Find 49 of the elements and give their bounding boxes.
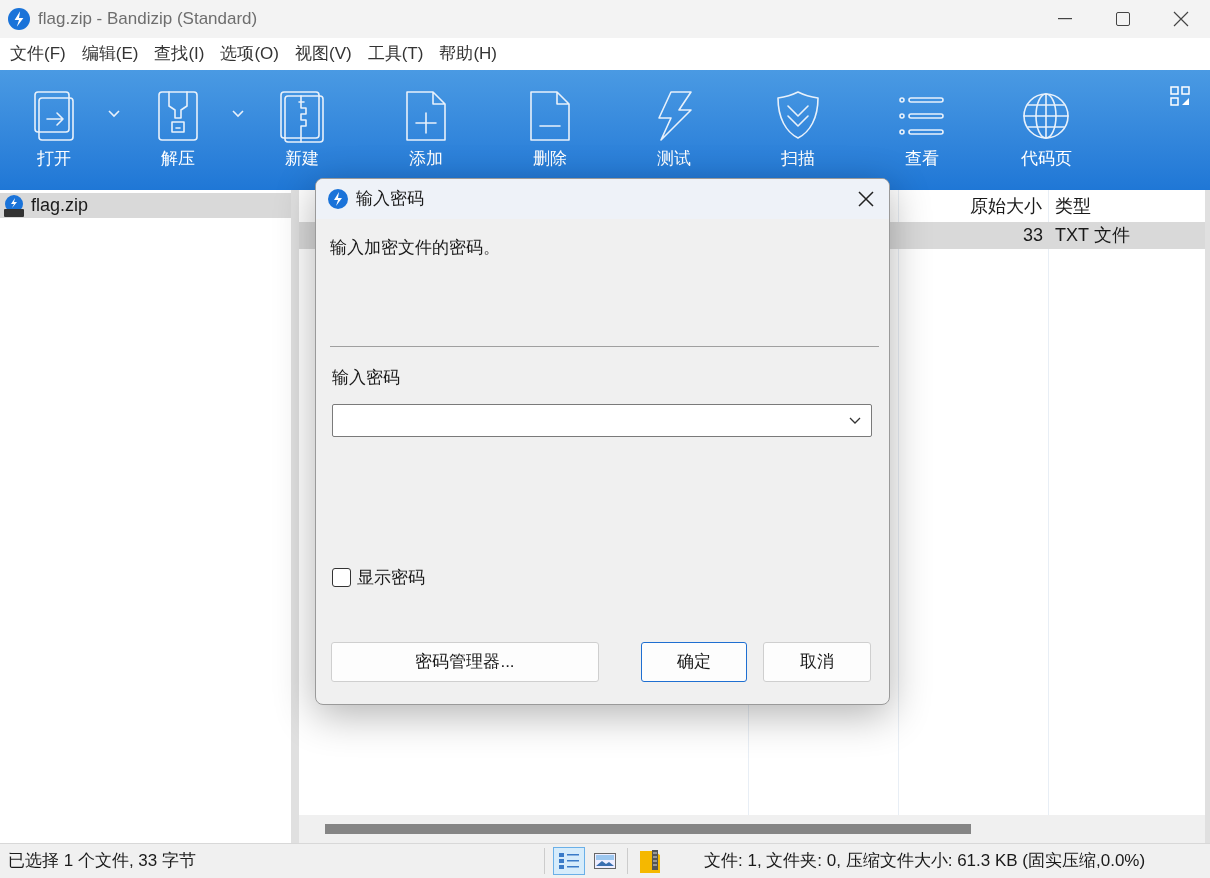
dialog-message: 输入加密文件的密码。 bbox=[330, 237, 501, 259]
dialog-button[interactable]: 确定 bbox=[641, 641, 747, 682]
close-icon bbox=[1173, 11, 1189, 27]
zipper-folder-icon bbox=[638, 848, 662, 874]
zip-file-icon bbox=[3, 194, 25, 217]
toolbar-button[interactable]: 代码页 bbox=[996, 70, 1096, 190]
toolbar-button[interactable]: 删除 bbox=[500, 70, 600, 190]
checkbox[interactable] bbox=[332, 568, 351, 588]
toolbar-button[interactable]: 新建 bbox=[252, 70, 352, 190]
menu-item[interactable]: 工具(T) bbox=[359, 41, 432, 67]
app-logo-icon bbox=[8, 8, 30, 30]
menu-item[interactable]: 视图(V) bbox=[287, 41, 360, 67]
password-field[interactable] bbox=[332, 404, 872, 437]
table-cell-text: 33 bbox=[1021, 224, 1044, 247]
caret-icon bbox=[232, 110, 244, 118]
status-text: 已选择 1 个文件, 33 字节 bbox=[7, 850, 197, 873]
checkbox-label: 显示密码 bbox=[357, 567, 425, 589]
menu-item[interactable]: 帮助(H) bbox=[431, 41, 505, 67]
details-view-button[interactable] bbox=[553, 847, 585, 875]
minimize-icon bbox=[1058, 18, 1072, 20]
menu-item[interactable]: 选项(O) bbox=[212, 41, 287, 67]
scrollbar-thumb[interactable] bbox=[325, 824, 971, 834]
caret-icon bbox=[849, 416, 861, 425]
app-logo-icon bbox=[328, 189, 348, 209]
dialog-button[interactable]: 取消 bbox=[763, 641, 871, 682]
toolbar-button[interactable]: 查看 bbox=[872, 70, 972, 190]
toolbar-button[interactable]: 解压 bbox=[128, 70, 228, 190]
toolbar-button[interactable]: 扫描 bbox=[748, 70, 848, 190]
field-label: 输入密码 bbox=[332, 366, 401, 389]
column-header[interactable]: 类型 bbox=[1049, 190, 1205, 222]
toolbar-button[interactable]: 测试 bbox=[624, 70, 724, 190]
menu-item[interactable]: 编辑(E) bbox=[73, 41, 147, 67]
toolbar-button[interactable]: 打开 bbox=[4, 70, 104, 190]
image-icon bbox=[594, 853, 616, 869]
close-icon bbox=[858, 191, 874, 207]
status-text: 文件: 1, 文件夹: 0, 压缩文件大小: 61.3 KB (固实压缩,0.0%) bbox=[704, 850, 1146, 873]
layout-icon[interactable] bbox=[1170, 86, 1190, 106]
caret-icon bbox=[108, 110, 120, 118]
zipper-file-icon bbox=[277, 88, 327, 144]
tree-item[interactable]: flag.zip bbox=[0, 193, 291, 218]
table-cell-text: TXT 文件 bbox=[1054, 224, 1131, 247]
window-title: flag.zip - Bandizip (Standard) bbox=[38, 8, 258, 31]
dialog-button[interactable]: 密码管理器... bbox=[331, 641, 599, 682]
menu-item[interactable]: 文件(F) bbox=[2, 41, 74, 67]
maximize-icon bbox=[1116, 12, 1130, 26]
list-view-icon bbox=[558, 851, 580, 871]
menu-item[interactable]: 查找(I) bbox=[146, 41, 213, 67]
toolbar-button[interactable]: 添加 bbox=[376, 70, 476, 190]
dialog-title: 输入密码 bbox=[356, 188, 424, 211]
